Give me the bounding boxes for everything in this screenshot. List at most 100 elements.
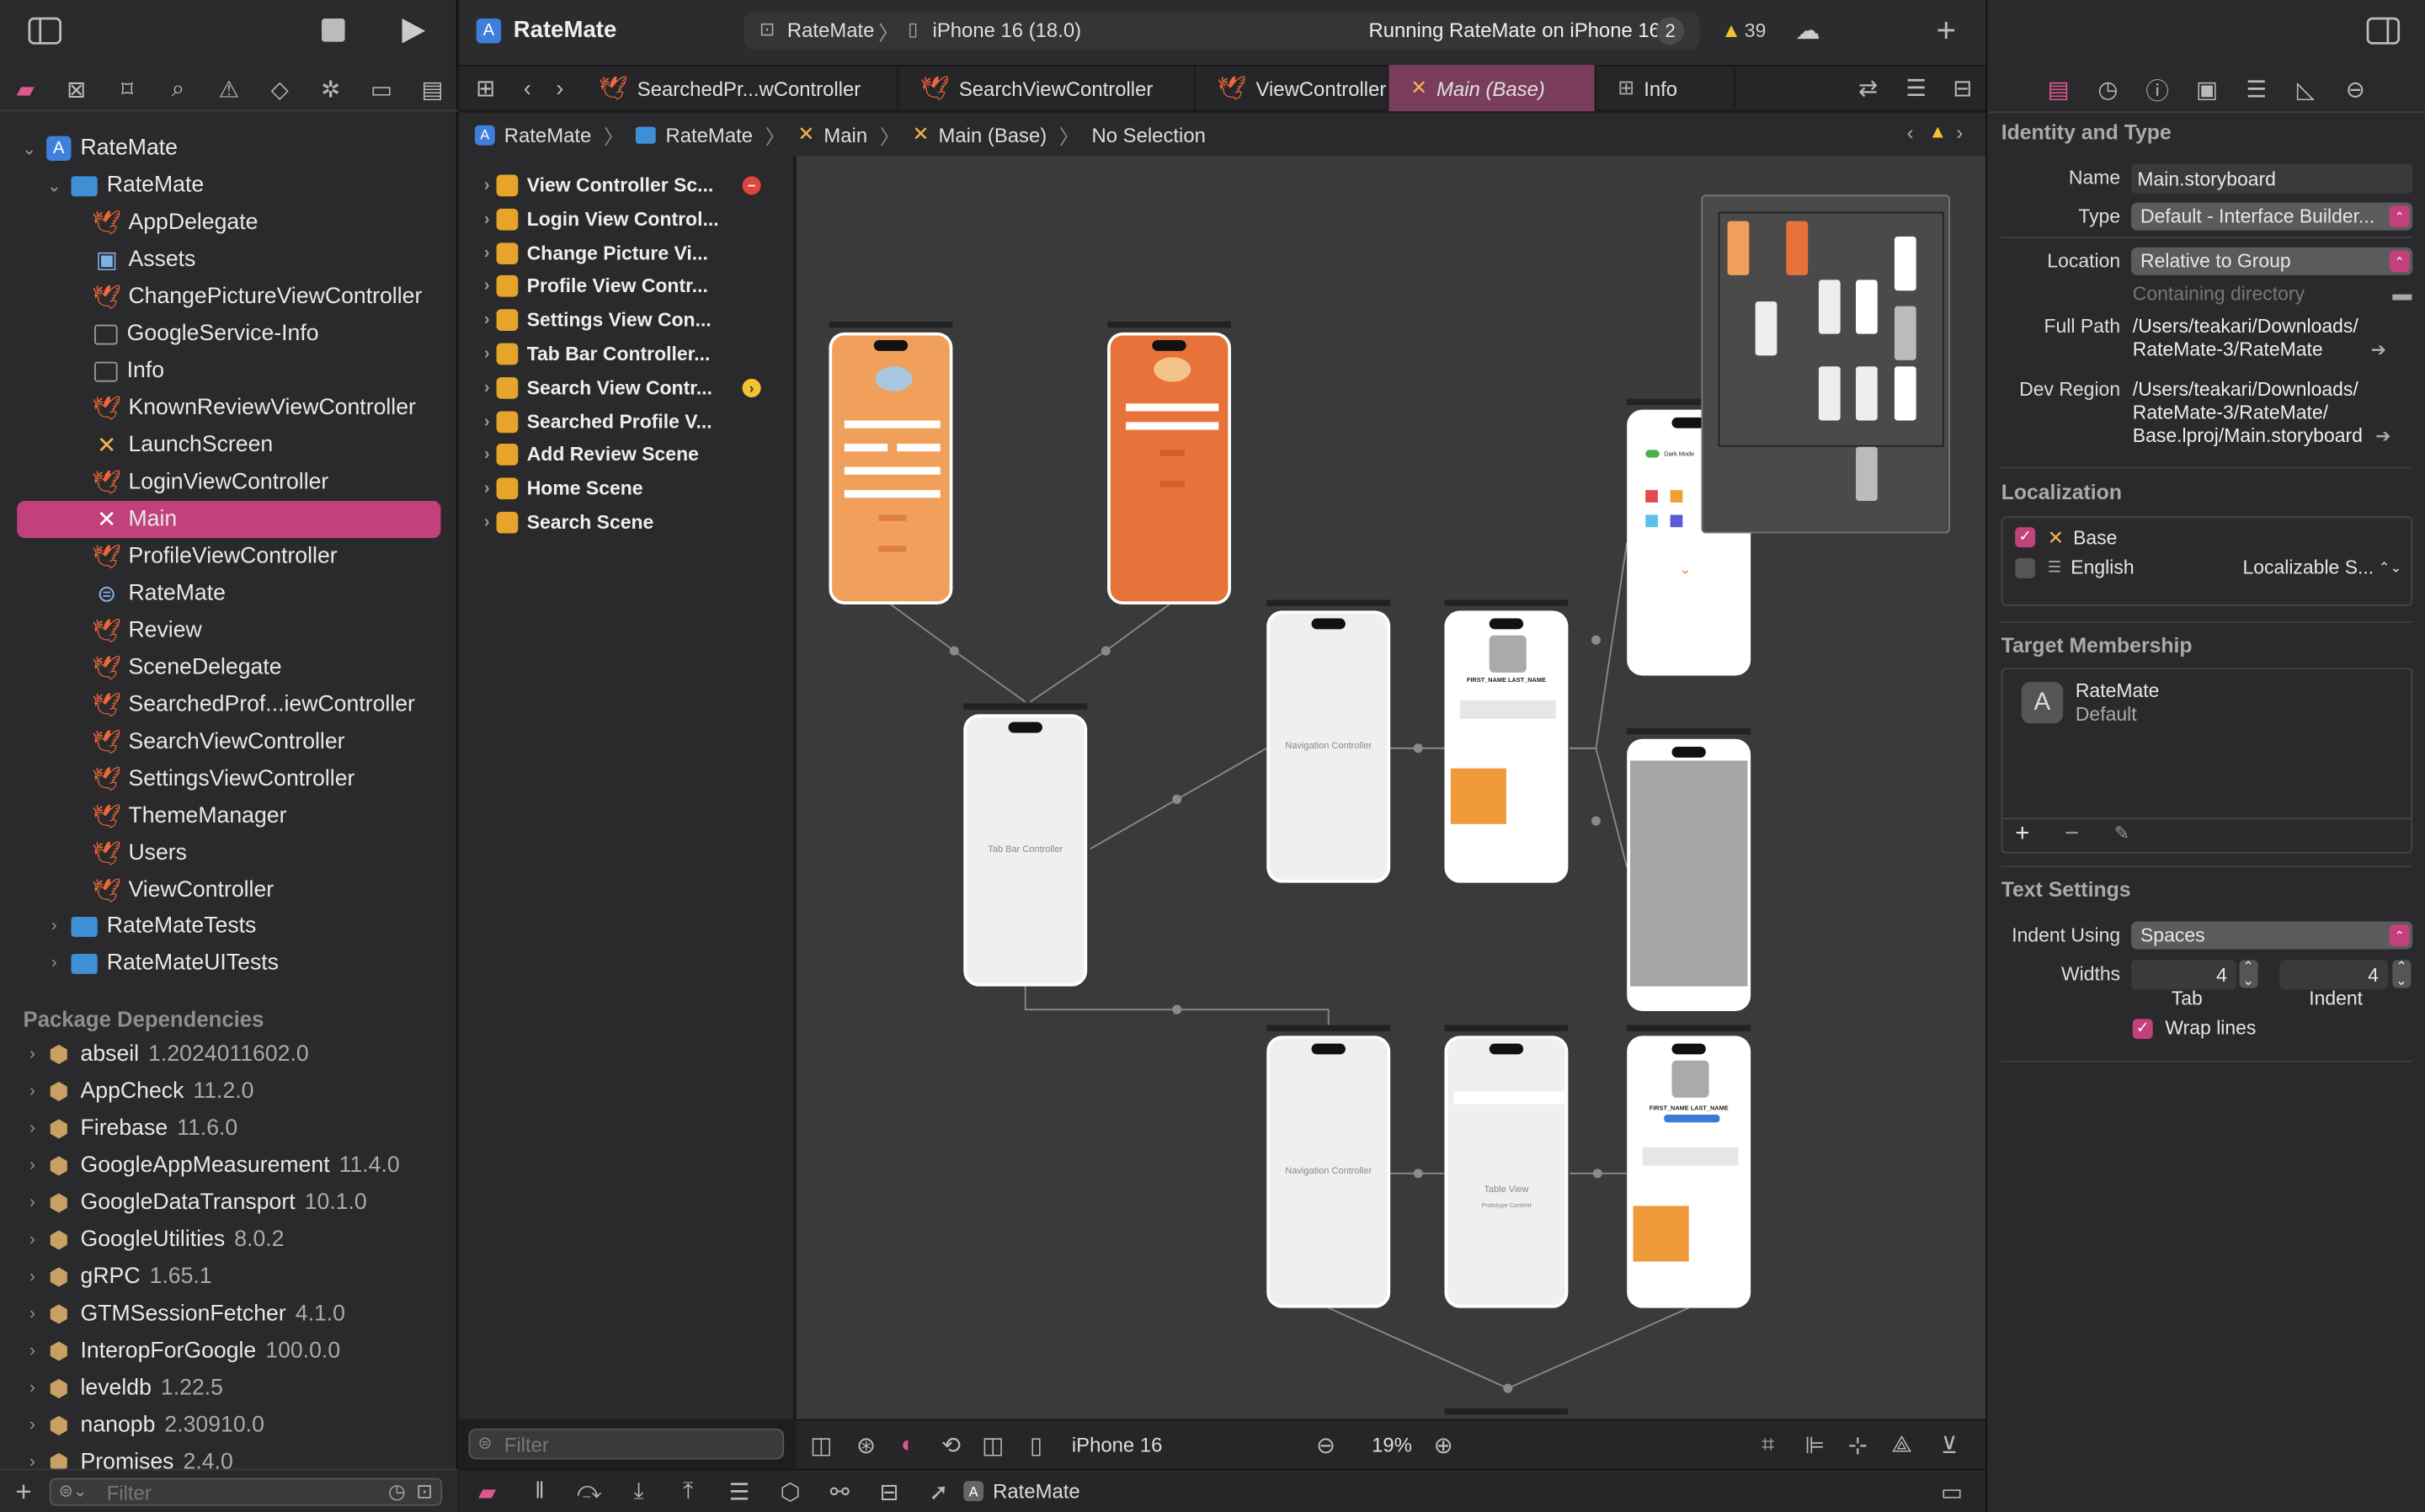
file-row[interactable]: 🕊 SearchedProf...iewController xyxy=(0,686,458,723)
navigator-filter-input[interactable]: Filter ⊜⌄ ◷ ⊡ xyxy=(49,1477,443,1506)
file-row[interactable]: 🕊 SettingsViewController xyxy=(0,761,458,798)
file-row[interactable]: 🕊 ViewController xyxy=(0,872,458,909)
disclosure-icon[interactable]: › xyxy=(484,311,490,329)
split-editor-icon[interactable]: ⊟ xyxy=(1939,74,1985,102)
package-row[interactable]: › ⬢ GoogleAppMeasurement 11.4.0 xyxy=(0,1147,458,1185)
wrap-lines-checkbox[interactable]: ✓ Wrap lines xyxy=(2132,1017,2256,1039)
source-control-icon[interactable]: ⊠ xyxy=(51,67,101,110)
step-over-icon[interactable]: ⤼ xyxy=(564,1478,614,1504)
scm-filter-icon[interactable]: ⊡ xyxy=(416,1479,433,1504)
localization-row-base[interactable]: ✓ ✕ Base xyxy=(2015,525,2117,549)
scene-row[interactable]: › Tab Bar Controller... xyxy=(459,337,795,370)
tab-viewcontroller[interactable]: 🕊 ViewController xyxy=(1196,65,1389,112)
environment-icon[interactable]: ⚯ xyxy=(815,1477,865,1505)
tab-info[interactable]: ⊞ Info xyxy=(1596,65,1735,112)
file-row[interactable]: ✕ Main xyxy=(17,500,441,539)
scene-row[interactable]: › Search View Contr... › xyxy=(459,370,795,404)
disclosure-icon[interactable]: › xyxy=(484,514,490,532)
canvas-minimap[interactable] xyxy=(1701,194,1951,534)
login-scene[interactable] xyxy=(1107,332,1232,605)
indent-using-popup[interactable]: Spaces ⌃ xyxy=(2130,921,2413,950)
outline-toggle-icon[interactable]: ◫ xyxy=(797,1431,846,1458)
disclosure-icon[interactable]: › xyxy=(484,176,490,194)
disclosure-icon[interactable]: › xyxy=(484,379,490,397)
disclosure-icon[interactable]: › xyxy=(484,277,490,295)
file-inspector-icon[interactable]: ▤ xyxy=(2033,76,2083,104)
zoom-in-icon[interactable]: ⊕ xyxy=(1434,1432,1453,1459)
inspector-toggle-icon[interactable] xyxy=(2366,17,2401,50)
file-row[interactable]: 🕊 AppDelegate xyxy=(0,204,458,241)
disclosure-icon[interactable]: › xyxy=(22,1120,44,1138)
name-field[interactable]: Main.storyboard xyxy=(2130,163,2413,194)
package-row[interactable]: › ⬢ GoogleDataTransport 10.1.0 xyxy=(0,1185,458,1222)
run-icon[interactable] xyxy=(399,15,427,54)
identity-icon[interactable]: ▣ xyxy=(2182,76,2232,104)
scene-dock[interactable] xyxy=(1266,1025,1391,1031)
change-picture-scene[interactable] xyxy=(1627,738,1751,1012)
issue-icon[interactable]: ⚠ xyxy=(204,67,254,110)
package-row[interactable]: › ⬢ GoogleUtilities 8.0.2 xyxy=(0,1222,458,1259)
next-issue-icon[interactable]: › xyxy=(1956,120,1963,144)
localization-type-popup[interactable]: Localizable S... xyxy=(2242,556,2374,578)
zoom-out-icon[interactable]: ⊖ xyxy=(1316,1432,1335,1459)
file-row[interactable]: 🕊 KnownReviewViewController xyxy=(0,390,458,427)
disclosure-icon[interactable]: › xyxy=(22,1231,44,1249)
tree-row-tests[interactable]: › RateMateTests xyxy=(0,908,458,945)
search-scene[interactable]: Table View Prototype Content xyxy=(1444,1036,1569,1308)
scene-dock[interactable] xyxy=(1627,727,1751,735)
scene-row[interactable]: › Home Scene xyxy=(459,471,795,505)
tree-row-group[interactable]: ⌄ RateMate xyxy=(0,167,458,204)
package-row[interactable]: › ⬢ GTMSessionFetcher 4.1.0 xyxy=(0,1296,458,1333)
size-icon[interactable]: ◺ xyxy=(2281,76,2331,104)
package-row[interactable]: › ⬢ InteropForGoogle 100.0.0 xyxy=(0,1333,458,1370)
breadcrumb-file[interactable]: Main xyxy=(823,123,867,146)
scene-row[interactable]: › Change Picture Vi... xyxy=(459,236,795,269)
file-row[interactable]: 🕊 LoginViewController xyxy=(0,464,458,501)
disclosure-icon[interactable]: ⌄ xyxy=(43,175,65,195)
debug-target[interactable]: RateMate xyxy=(993,1479,1080,1503)
orientation-icon[interactable]: ⟲ xyxy=(930,1431,973,1458)
package-row[interactable]: › ⬢ abseil 1.2024011602.0 xyxy=(0,1036,458,1073)
file-row[interactable]: 🕊 Review xyxy=(0,612,458,649)
package-row[interactable]: › ⬢ leveldb 1.22.5 xyxy=(0,1370,458,1407)
grid-icon[interactable]: ⊞ xyxy=(459,74,511,102)
profile-scene[interactable]: FIRST_NAME LAST_NAME xyxy=(1444,610,1569,883)
scene-dock[interactable] xyxy=(1107,321,1232,328)
disclosure-icon[interactable]: › xyxy=(22,1082,44,1100)
update-frames-icon[interactable]: ⌗ xyxy=(1761,1432,1775,1458)
scene-row[interactable]: › Searched Profile V... xyxy=(459,404,795,438)
tab-searchviewcontroller[interactable]: 🕊 SearchViewController xyxy=(898,65,1196,112)
outline-filter-input[interactable]: ⊜ Filter xyxy=(468,1428,785,1460)
scene-dock[interactable] xyxy=(1444,1025,1569,1031)
console-toggle-icon[interactable]: ▭ xyxy=(1941,1478,1963,1505)
tree-row-uitests[interactable]: › RateMateUITests xyxy=(0,945,458,982)
recent-icon[interactable]: ◷ xyxy=(388,1479,406,1504)
scene-dock[interactable] xyxy=(1444,599,1569,606)
scheme-selector[interactable]: RateMate xyxy=(787,19,875,42)
file-row[interactable]: ▣ Assets xyxy=(0,241,458,278)
tab-main-base[interactable]: ✕ Main (Base) xyxy=(1388,65,1596,112)
reveal-arrow-icon[interactable]: ➔ xyxy=(2375,425,2390,447)
memory-graph-icon[interactable]: ⬡ xyxy=(765,1477,815,1505)
scene-row[interactable]: › Login View Control... xyxy=(459,202,795,236)
zoom-level[interactable]: 19% xyxy=(1372,1433,1412,1456)
scene-row[interactable]: › Add Review Scene xyxy=(459,438,795,471)
breakpoints-icon[interactable]: ▰ xyxy=(459,1477,514,1505)
folder-icon[interactable]: ▰ xyxy=(0,67,51,110)
warning-icon[interactable]: ▲ xyxy=(1721,19,1741,42)
pin-icon[interactable]: ⊹ xyxy=(1848,1432,1868,1459)
previous-issue-icon[interactable]: ‹ xyxy=(1907,120,1914,144)
scene-row[interactable]: › Search Scene xyxy=(459,506,795,540)
view-hierarchy-icon[interactable]: ☰ xyxy=(713,1477,765,1505)
file-row[interactable]: 🕊 SceneDelegate xyxy=(0,649,458,686)
disclosure-icon[interactable]: › xyxy=(484,345,490,364)
checkbox-unchecked-icon[interactable] xyxy=(2015,557,2036,578)
error-icon[interactable]: − xyxy=(742,176,761,195)
file-row[interactable]: GoogleService-Info xyxy=(0,316,458,353)
location-popup[interactable]: Relative to Group ⌃ xyxy=(2130,247,2413,275)
location-icon[interactable]: ➚ xyxy=(914,1477,963,1505)
package-row[interactable]: › ⬢ AppCheck 11.2.0 xyxy=(0,1073,458,1110)
tab-width-field[interactable]: 4 xyxy=(2130,960,2236,990)
file-row[interactable]: ⊜ RateMate xyxy=(0,575,458,612)
report-icon[interactable]: ▤ xyxy=(407,67,457,110)
